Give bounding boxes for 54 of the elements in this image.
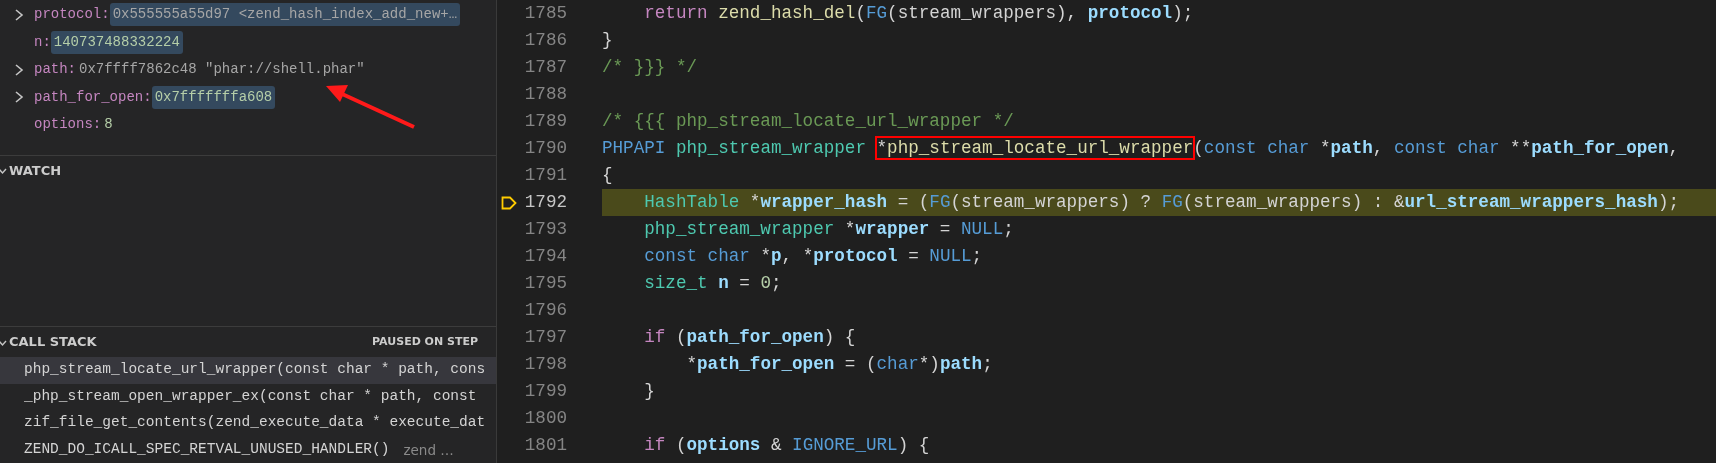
code-text: PHPAPI php_stream_wrapper <box>602 138 867 158</box>
annotation-box: *php_stream_locate_url_wrapper <box>876 138 1194 158</box>
code-line: return zend_hash_del(FG(stream_wrappers), protocol); <box>643 2 1194 25</box>
code-line: *path_for_open = (char*)path; <box>685 353 993 376</box>
code-line: } <box>602 29 613 52</box>
chevron-down-icon[interactable] <box>0 166 7 175</box>
variable-value: 0x555555a55d97 <zend_hash_index_add_new+… <box>109 3 461 27</box>
line-number: 1791 <box>523 164 567 187</box>
line-number: 1785 <box>523 2 567 25</box>
variable-name: path_for_open: <box>34 87 152 107</box>
chevron-right-icon[interactable] <box>14 90 24 105</box>
line-number: 1801 <box>523 434 567 457</box>
variable-value: 140737488332224 <box>50 30 183 54</box>
variable-value: 8 <box>103 115 114 135</box>
line-number: 1786 <box>523 29 567 52</box>
line-number: 1798 <box>523 353 567 376</box>
line-number: 1797 <box>523 326 567 349</box>
code-line: const char *p, *protocol = NULL; <box>643 245 983 268</box>
line-number: 1800 <box>523 407 567 430</box>
variable-value: 0x7fffffffa608 <box>151 85 276 109</box>
line-number: 1795 <box>523 272 567 295</box>
line-number: 1790 <box>523 137 567 160</box>
call-stack-frame[interactable]: php_stream_locate_url_wrapper(const char * path, cons <box>0 357 496 384</box>
code-text: (const char *path, const char **path_for_open, <box>1193 138 1680 158</box>
variable-name: options: <box>34 115 102 135</box>
variable-name: path: <box>34 60 76 80</box>
line-number: 1789 <box>523 110 567 133</box>
chevron-right-icon[interactable] <box>14 7 24 22</box>
status-label: PAUSED ON STEP <box>372 333 478 350</box>
code-line: } <box>643 380 655 403</box>
code-line: { <box>602 164 613 187</box>
variable-name: protocol: <box>34 5 110 25</box>
section-title[interactable]: WATCH <box>9 160 496 181</box>
call-stack-frame[interactable]: _php_stream_open_wrapper_ex(const char * path, const <box>0 383 496 410</box>
line-number: 1796 <box>523 299 567 322</box>
call-stack-frame[interactable]: ZEND_DO_ICALL_SPEC_RETVAL_UNUSED_HANDLER() zend … <box>0 436 496 463</box>
variable-name: n: <box>34 32 51 52</box>
chevron-right-icon[interactable] <box>14 62 24 77</box>
code-line: php_stream_wrapper *wrapper = NULL; <box>643 218 1014 241</box>
source-file-label: zend … <box>403 440 454 460</box>
line-number: 1793 <box>523 218 567 241</box>
code-line: /* {{{ php_stream_locate_url_wrapper */ <box>602 110 1014 133</box>
line-number: 1787 <box>523 56 567 79</box>
code-line: size_t n = 0; <box>643 272 782 295</box>
line-number: 1792 <box>523 191 567 214</box>
code-line: /* }}} */ <box>602 56 698 79</box>
line-number: 1794 <box>523 245 567 268</box>
line-number: 1788 <box>523 83 567 106</box>
line-number: 1799 <box>523 380 567 403</box>
section-title[interactable]: CALL STACK <box>9 332 373 352</box>
call-stack-frame[interactable]: zif_file_get_contents(zend_execute_data * execute_dat <box>0 410 496 437</box>
code-line: if (options & IGNORE_URL) { <box>643 434 930 457</box>
code-line: if (path_for_open) { <box>643 326 856 349</box>
variable-value: 0x7ffff7862c48 "phar://shell.phar" <box>78 60 366 80</box>
